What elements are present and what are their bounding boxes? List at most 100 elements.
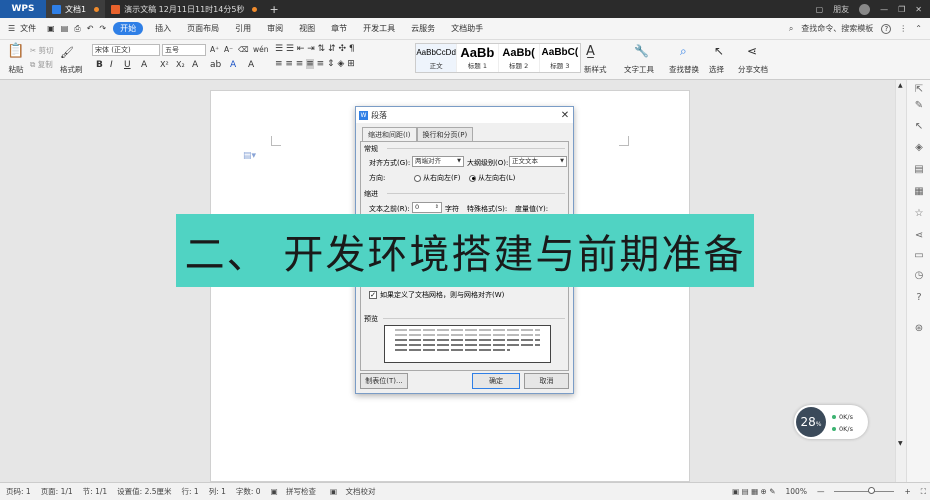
style-heading2[interactable]: AaBb( 标题 2 [499,44,540,72]
open-icon[interactable]: ▤ [58,18,72,40]
menu-insert[interactable]: 插入 [147,18,179,40]
ok-button[interactable]: 确定 [472,373,520,389]
paste-icon[interactable]: 📋 [6,43,26,59]
subscript-button[interactable]: X₂ [176,60,185,69]
find-replace-button[interactable]: 查找替换 [669,64,699,75]
wrench-icon[interactable]: 🔧 [634,44,649,58]
share-icon[interactable]: ⋖ [747,44,757,58]
shapes-icon[interactable]: ◈ [913,142,925,154]
close-button[interactable]: ✕ [915,5,922,14]
align-icons[interactable]: ≡ ≡ ≡ ≡ ≡ ⇕ ◈ ⊞ [275,59,355,69]
clear-format-icon[interactable]: ⌫ [238,45,249,54]
menu-references[interactable]: 引用 [227,18,259,40]
style-normal[interactable]: AaBbCcDd 正文 [416,44,458,72]
style-heading3[interactable]: AaBbC( 标题 3 [540,44,580,72]
settings-side-icon[interactable]: ⊛ [913,323,925,335]
menu-file[interactable]: 文件 [18,18,44,40]
shrink-font-icon[interactable]: A⁻ [224,45,233,54]
copy-button[interactable]: ⧉ 复制 [30,59,53,70]
cut-button[interactable]: ✂ 剪切 [30,45,54,56]
history-icon[interactable]: ◷ [913,270,925,282]
find-icon[interactable]: ⌕ [680,44,687,59]
window-mode-icon[interactable]: ▢ [816,5,824,14]
menu-cloud[interactable]: 云服务 [403,18,443,40]
strikethrough-button[interactable]: A [141,60,147,70]
archive-icon[interactable]: ▭ [913,250,925,262]
cancel-button[interactable]: 取消 [524,373,569,389]
fit-page-icon[interactable]: ⛶ [921,487,926,497]
style-gallery[interactable]: AaBbCcDd 正文 AaBb 标题 1 AaBb( 标题 2 AaBbC( … [415,43,581,73]
bold-button[interactable]: B [96,60,103,70]
font-color-icon[interactable]: A [192,60,198,70]
new-tab-button[interactable]: + [263,0,284,18]
direction-rtl-radio[interactable]: 从右向左(F) [414,173,461,183]
menu-review[interactable]: 审阅 [259,18,291,40]
menu-developer[interactable]: 开发工具 [355,18,403,40]
scroll-up-icon[interactable]: ▲ [898,82,903,89]
help-icon[interactable]: ? [881,23,892,34]
tab-line-page-break[interactable]: 换行和分页(P) [416,127,474,142]
search-commands[interactable]: 查找命令、搜索模板 [801,23,873,34]
format-painter-icon[interactable]: 🖌 [60,46,74,59]
font-size-select[interactable]: 五号 [162,44,206,56]
share-doc-button[interactable]: 分享文档 [738,64,768,75]
zoom-level[interactable]: 100% [786,487,807,496]
scroll-down-icon[interactable]: ▼ [898,440,903,447]
menu-section[interactable]: 章节 [323,18,355,40]
star-icon[interactable]: ☆ [913,208,925,220]
underline-button[interactable]: U [124,60,131,70]
tab-document1[interactable]: 文档1 [46,0,106,18]
menu-doc-assistant[interactable]: 文档助手 [443,18,491,40]
format-painter-button[interactable]: 格式刷 [60,64,83,75]
wps-app-button[interactable]: WPS [0,0,46,18]
more-icon[interactable]: ⋮ [899,24,907,33]
text-color-icon[interactable]: A [230,60,236,70]
text-tools-button[interactable]: 文字工具 [624,64,654,75]
share-side-icon[interactable]: ⋖ [913,230,925,242]
bullets-icon[interactable]: ☰ ☰ ⇤ ⇥ ⇅ ⇵ ✣ ¶ [275,44,355,54]
redo-icon[interactable]: ↷ [96,18,109,40]
avatar[interactable] [859,3,871,15]
menu-home[interactable]: 开始 [113,22,144,35]
italic-button[interactable]: I [110,60,113,70]
edit-pen-icon[interactable]: ✎ [913,100,925,112]
spinner-icon[interactable]: ⇕ [435,203,439,212]
save-icon[interactable]: ▣ [44,18,58,40]
zoom-slider-handle[interactable] [868,487,876,494]
gallery-icon[interactable]: ▦ [913,186,925,198]
alignment-select[interactable]: 两端对齐 ▼ [412,156,464,167]
style-heading1[interactable]: AaBb 标题 1 [457,44,499,72]
minimize-button[interactable]: — [880,5,888,14]
help-side-icon[interactable]: ? [913,292,925,304]
phonetic-icon[interactable]: wén [253,45,269,54]
menu-page-layout[interactable]: 页面布局 [179,18,227,40]
zoom-in-icon[interactable]: + [904,487,910,496]
font-name-select[interactable]: 宋体 (正文) [92,44,160,56]
search-icon[interactable]: ⌕ [789,24,793,34]
tab-indent-spacing[interactable]: 缩进和间距(I) [362,127,417,142]
paste-button[interactable]: 粘贴 [4,64,28,75]
direction-ltr-radio[interactable]: 从左向右(L) [469,173,515,183]
justify-icon[interactable]: ≡ [306,59,314,69]
network-speed-widget[interactable]: 28% 0K/s 0K/s [794,405,868,439]
before-text-input[interactable]: 0 ⇕ [412,202,442,213]
user-name[interactable]: 朋友 [833,4,849,15]
print-icon[interactable]: ⎙ [71,18,83,40]
char-shading-icon[interactable]: A [248,60,254,70]
grid-align-checkbox[interactable]: ✓ 如果定义了文档网格，则与网格对齐(W) [369,290,504,300]
library-icon[interactable]: ▤ [913,164,925,176]
select-cursor-icon[interactable]: ↖ [714,44,724,58]
zoom-out-icon[interactable]: — [817,487,825,496]
grow-font-icon[interactable]: A⁺ [210,45,219,54]
collapse-ribbon-icon[interactable]: ⌃ [915,24,922,33]
expand-panel-icon[interactable]: ⇱ [913,84,925,96]
word-count[interactable]: 字数: 0 [236,486,261,497]
highlight-icon[interactable]: ab [210,60,221,70]
outline-level-select[interactable]: 正文文本 ▼ [509,156,567,167]
paste-options-icon[interactable]: ▤▾ [243,151,256,161]
view-mode-icons[interactable]: ▣ ▤ ▦ ⊕ ✎ [732,487,775,496]
vertical-scrollbar[interactable]: ▲ ▼ [895,80,906,482]
select-button[interactable]: 选择 [709,64,724,75]
menu-icon[interactable]: ☰ [0,18,18,40]
zoom-slider[interactable] [834,487,895,494]
